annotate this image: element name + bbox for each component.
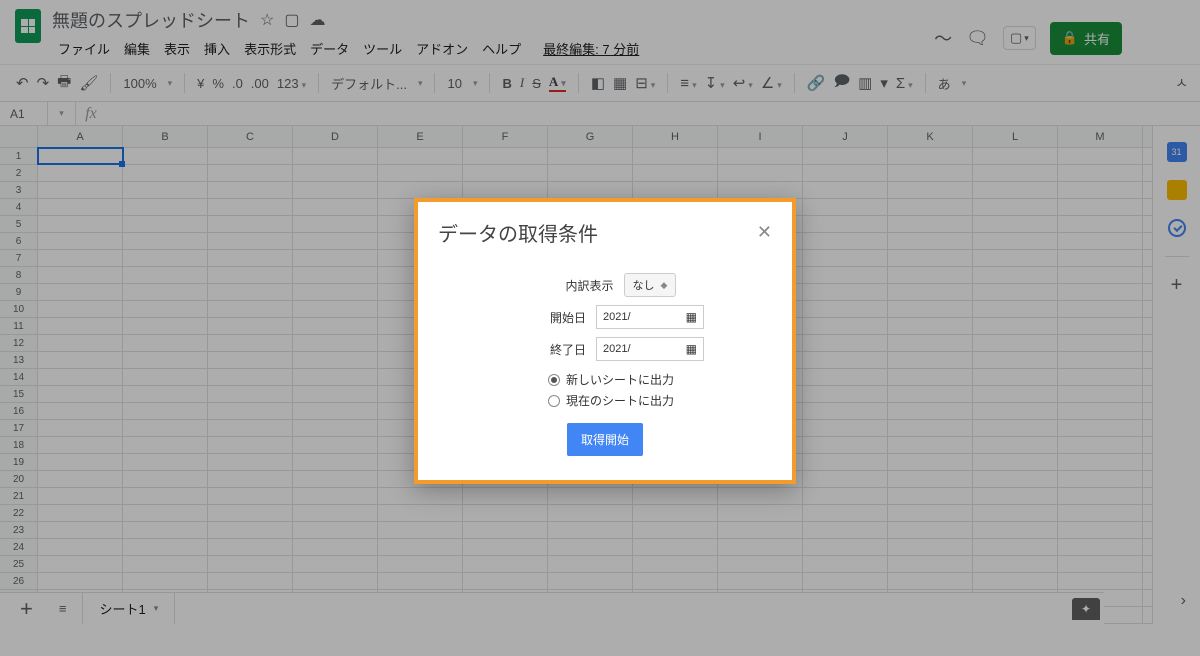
radio-new-sheet[interactable]: 新しいシートに出力: [548, 371, 674, 388]
data-fetch-dialog: データの取得条件 ✕ 内訳表示 なし◆ 開始日 2021/▦ 終了日 2021/…: [414, 198, 796, 484]
submit-button[interactable]: 取得開始: [567, 423, 643, 456]
breakdown-label: 内訳表示: [534, 277, 614, 294]
start-date-label: 開始日: [506, 309, 586, 326]
calendar-picker-icon[interactable]: ▦: [686, 310, 697, 324]
end-date-input[interactable]: 2021/▦: [596, 337, 704, 361]
breakdown-select[interactable]: なし◆: [624, 273, 677, 297]
end-date-label: 終了日: [506, 341, 586, 358]
start-date-input[interactable]: 2021/▦: [596, 305, 704, 329]
dialog-title: データの取得条件: [438, 218, 598, 247]
calendar-picker-icon[interactable]: ▦: [686, 342, 697, 356]
radio-current-sheet[interactable]: 現在のシートに出力: [548, 392, 674, 409]
close-icon[interactable]: ✕: [757, 222, 772, 243]
